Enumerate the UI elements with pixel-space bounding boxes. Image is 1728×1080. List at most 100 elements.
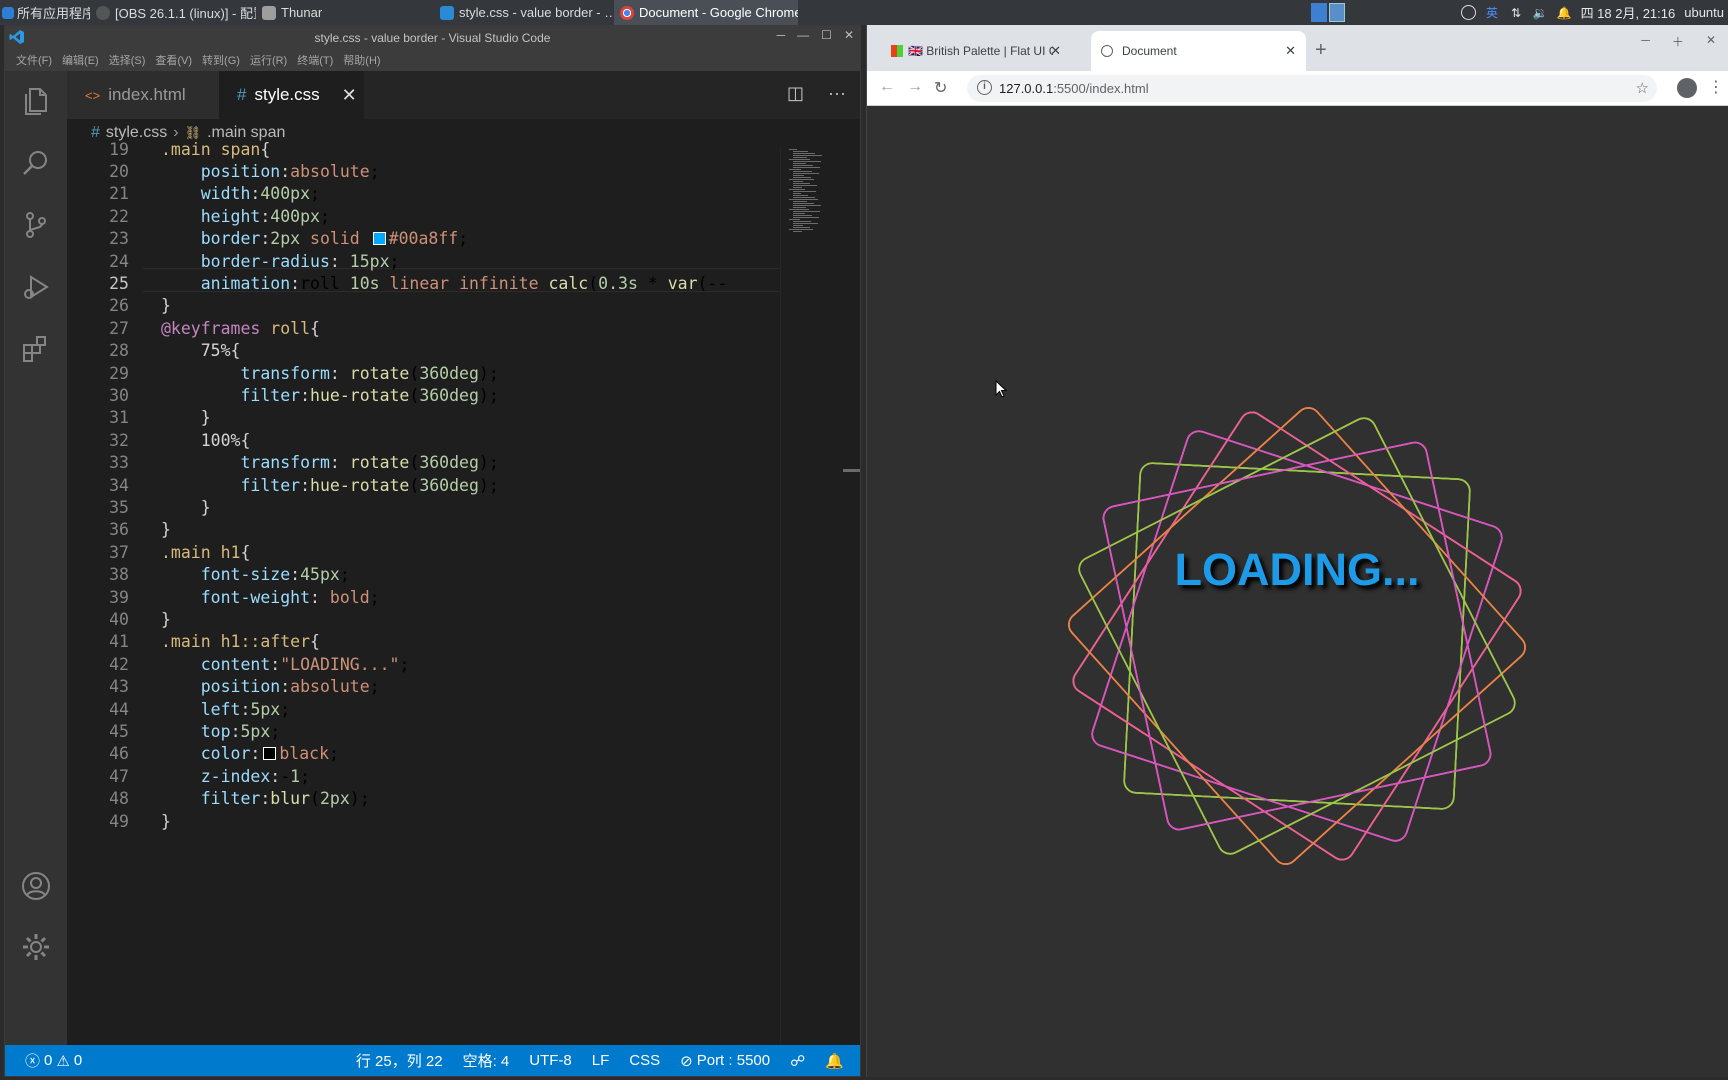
code-line[interactable]: 46 color: black; bbox=[67, 743, 339, 765]
code-line[interactable]: 45 top:5px; bbox=[67, 720, 280, 742]
code-line[interactable]: 20 position:absolute; bbox=[67, 160, 379, 182]
editor-scrollbar[interactable] bbox=[843, 469, 860, 472]
user-name[interactable]: ubuntu bbox=[1684, 5, 1724, 20]
code-line[interactable]: 41 .main h1::after{ bbox=[67, 631, 320, 653]
code-line[interactable]: 31 } bbox=[67, 407, 211, 429]
extensions-icon[interactable] bbox=[5, 319, 67, 379]
source-control-icon[interactable] bbox=[5, 195, 67, 255]
obs-tray-icon[interactable] bbox=[1460, 5, 1476, 20]
notification-bell-icon[interactable]: 🔔 bbox=[1557, 5, 1572, 20]
volume-icon[interactable]: 🔉 bbox=[1533, 5, 1548, 20]
close-tab-icon[interactable]: ✕ bbox=[1285, 43, 1296, 59]
ime-indicator[interactable]: 英 bbox=[1485, 5, 1500, 20]
code-line[interactable]: 33 transform: rotate(360deg); bbox=[67, 452, 499, 474]
problems-status[interactable]: ⓧ 0 ⚠ 0 bbox=[5, 1050, 92, 1071]
chrome-menu-icon[interactable]: ⋮ bbox=[1708, 77, 1724, 97]
notifications-bell-icon[interactable]: 🔔 bbox=[815, 1052, 860, 1070]
minimize-icon[interactable]: ─ bbox=[1641, 33, 1650, 50]
code-line[interactable]: 34 filter:hue-rotate(360deg); bbox=[67, 474, 499, 496]
color-swatch[interactable] bbox=[372, 232, 386, 246]
menu-help[interactable]: 帮助(H) bbox=[338, 52, 385, 68]
minimize-icon[interactable]: ─ bbox=[777, 28, 786, 42]
taskbar-item-obs[interactable]: [OBS 26.1.1 (linux)] - 配置… bbox=[90, 0, 256, 25]
cursor-position[interactable]: 行 25，列 22 bbox=[346, 1050, 453, 1071]
taskbar-item-vscode[interactable]: style.css - value border - … bbox=[434, 0, 614, 25]
address-bar[interactable]: i 127.0.0.1:5500/index.html ☆ bbox=[967, 75, 1657, 102]
profile-avatar-icon[interactable] bbox=[1677, 78, 1697, 98]
code-line[interactable]: 22 height:400px; bbox=[67, 205, 330, 227]
search-icon[interactable] bbox=[5, 133, 67, 193]
forward-icon[interactable]: → bbox=[907, 78, 923, 96]
taskbar-item-chrome[interactable]: Document - Google Chrome bbox=[614, 0, 798, 25]
code-line[interactable]: 24 border-radius: 15px; bbox=[67, 250, 399, 272]
new-tab-icon[interactable]: + bbox=[1315, 39, 1327, 62]
tab-british-palette[interactable]: 🇬🇧 British Palette | Flat UI Co ✕ bbox=[881, 31, 1071, 71]
feedback-icon[interactable]: ☍ bbox=[780, 1052, 815, 1070]
code-line[interactable]: 38 font-size:45px; bbox=[67, 564, 350, 586]
run-debug-icon[interactable] bbox=[5, 257, 67, 317]
encoding[interactable]: UTF-8 bbox=[519, 1052, 582, 1069]
more-actions-icon[interactable]: ··· bbox=[828, 83, 846, 104]
reload-icon[interactable]: ↻ bbox=[934, 78, 947, 98]
tab-document[interactable]: Document ✕ bbox=[1091, 31, 1306, 71]
code-editor[interactable]: 19 .main span{20 position:absolute; 21 wid… bbox=[67, 140, 780, 1045]
code-line[interactable]: 25 animation:roll 10s linear infinite ca… bbox=[67, 272, 727, 294]
settings-gear-icon[interactable] bbox=[5, 917, 67, 977]
language-mode[interactable]: CSS bbox=[619, 1052, 670, 1069]
close-icon[interactable]: ✕ bbox=[1706, 33, 1716, 50]
code-line[interactable]: 26} bbox=[67, 295, 171, 317]
code-line[interactable]: 32 100%{ bbox=[67, 429, 250, 451]
apps-menu-button[interactable]: 所有应用程序 bbox=[0, 0, 90, 25]
code-line[interactable]: 36} bbox=[67, 519, 171, 541]
menu-selection[interactable]: 选择(S) bbox=[104, 52, 151, 68]
minimize-to-bar-icon[interactable]: — bbox=[797, 28, 809, 42]
code-line[interactable]: 48 filter:blur(2px); bbox=[67, 788, 370, 810]
code-line[interactable]: 21 width:400px; bbox=[67, 183, 320, 205]
indentation[interactable]: 空格: 4 bbox=[453, 1050, 520, 1071]
tab-index-html[interactable]: <> index.html bbox=[67, 71, 219, 119]
taskbar-item-thunar[interactable]: Thunar bbox=[256, 0, 434, 25]
accounts-icon[interactable] bbox=[5, 856, 67, 916]
workspace-switcher[interactable] bbox=[1311, 3, 1345, 22]
live-server-port[interactable]: ⊘ Port : 5500 bbox=[670, 1052, 780, 1070]
menu-view[interactable]: 查看(V) bbox=[150, 52, 197, 68]
code-line[interactable]: 27 @keyframes roll{ bbox=[67, 317, 320, 339]
bookmark-star-icon[interactable]: ☆ bbox=[1636, 79, 1649, 97]
code-line[interactable]: 30 filter:hue-rotate(360deg); bbox=[67, 384, 499, 406]
code-line[interactable]: 39 font-weight: bold; bbox=[67, 586, 379, 608]
end-of-line[interactable]: LF bbox=[582, 1052, 620, 1069]
clock[interactable]: 四 18 2月, 21:16 bbox=[1581, 3, 1676, 22]
close-tab-icon[interactable]: ✕ bbox=[1050, 43, 1061, 59]
color-swatch[interactable] bbox=[263, 747, 277, 761]
maximize-icon[interactable]: ＋ bbox=[1672, 33, 1684, 50]
minimap[interactable] bbox=[780, 147, 860, 1045]
back-icon[interactable]: ← bbox=[879, 78, 895, 96]
code-line[interactable]: 29 transform: rotate(360deg); bbox=[67, 362, 499, 384]
code-line[interactable]: 28 75%{ bbox=[67, 340, 240, 362]
code-line[interactable]: 35 } bbox=[67, 496, 211, 518]
code-line[interactable]: 47 z-index:-1; bbox=[67, 765, 310, 787]
code-line[interactable]: 49} bbox=[67, 810, 171, 832]
code-line[interactable]: 40} bbox=[67, 608, 171, 630]
menu-go[interactable]: 转到(G) bbox=[197, 52, 245, 68]
tab-style-css[interactable]: # style.css ✕ bbox=[219, 71, 364, 119]
menu-edit[interactable]: 编辑(E) bbox=[57, 52, 104, 68]
workspace-1-icon[interactable] bbox=[1311, 3, 1327, 22]
code-line[interactable]: 43 position:absolute; bbox=[67, 676, 379, 698]
maximize-icon[interactable]: ☐ bbox=[821, 28, 832, 42]
code-line[interactable]: 37 .main h1{ bbox=[67, 541, 250, 563]
menu-file[interactable]: 文件(F) bbox=[11, 52, 57, 68]
code-line[interactable]: 44 left:5px; bbox=[67, 698, 290, 720]
workspace-2-icon[interactable] bbox=[1329, 3, 1345, 22]
close-icon[interactable]: ✕ bbox=[844, 28, 854, 42]
code-line[interactable]: 19 .main span{ bbox=[67, 138, 270, 160]
explorer-icon[interactable] bbox=[5, 71, 67, 131]
network-icon[interactable]: ⇅ bbox=[1509, 5, 1524, 20]
close-tab-icon[interactable]: ✕ bbox=[342, 85, 357, 106]
site-info-icon[interactable]: i bbox=[977, 80, 992, 95]
split-editor-icon[interactable]: ◫ bbox=[787, 83, 804, 104]
code-line[interactable]: 23 border:2px solid #00a8ff; bbox=[67, 228, 468, 250]
code-line[interactable]: 42 content:"LOADING..."; bbox=[67, 653, 409, 675]
menu-run[interactable]: 运行(R) bbox=[245, 52, 292, 68]
menu-terminal[interactable]: 终端(T) bbox=[292, 52, 338, 68]
